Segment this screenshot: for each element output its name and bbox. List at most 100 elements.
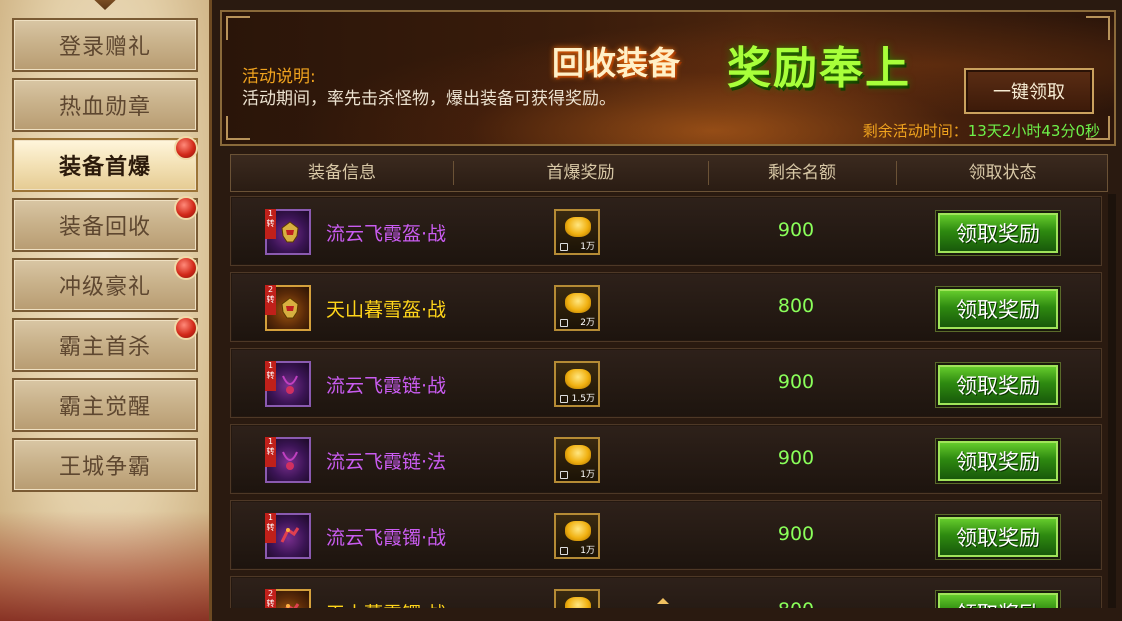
- equipment-icon[interactable]: 1转: [265, 361, 311, 407]
- equipment-icon[interactable]: 1转: [265, 513, 311, 559]
- gold-ingot-reward[interactable]: 1万: [554, 437, 600, 483]
- sidebar-item-label: 装备回收: [58, 215, 151, 240]
- remaining-count: 800: [777, 295, 815, 317]
- sidebar-ornament: [88, 0, 122, 10]
- description-text: 活动期间，率先击杀怪物，爆出装备可获得奖励。: [242, 89, 616, 109]
- claim-reward-button[interactable]: 领取奖励: [936, 591, 1060, 608]
- remaining-count: 900: [777, 371, 815, 393]
- table-row: 1转 流云飞霞链·战 1.5万 900 领取奖励: [230, 348, 1102, 418]
- gold-ingot-reward[interactable]: 1.5万: [554, 361, 600, 407]
- necklace-icon: [279, 372, 301, 398]
- equipment-name: 天山暮雪镯·战: [326, 599, 446, 608]
- reward-list[interactable]: 1转 流云飞霞盔·战 1万 900 领取奖励 2转 天山暮雪盔·战 2万 800 领取奖励 1转 流云…: [230, 194, 1108, 608]
- sidebar-item[interactable]: 王城争霸: [12, 438, 198, 492]
- rebirth-tag: 2转: [265, 589, 276, 608]
- lock-icon: [560, 243, 568, 251]
- reward-amount: 1.5万: [571, 394, 595, 404]
- sidebar-item[interactable]: 装备回收: [12, 196, 198, 252]
- table-row: 1转 流云飞霞盔·战 1万 900 领取奖励: [230, 196, 1102, 266]
- sidebar-item[interactable]: 装备首爆: [12, 136, 198, 192]
- reward-amount: 1万: [580, 546, 595, 556]
- gold-ingot-reward[interactable]: 1万: [554, 513, 600, 559]
- gold-ingot-reward[interactable]: 1万: [554, 209, 600, 255]
- helmet-icon: [279, 220, 301, 246]
- lock-icon: [560, 395, 568, 403]
- equipment-name: 天山暮雪盔·战: [326, 299, 447, 321]
- sidebar-item[interactable]: 霸主觉醒: [12, 378, 198, 432]
- remaining-count: 900: [777, 219, 815, 241]
- sidebar-item[interactable]: 登录赠礼: [12, 18, 198, 72]
- equipment-name: 流云飞霞镯·战: [326, 527, 447, 549]
- notification-badge: [174, 316, 198, 340]
- sidebar: 登录赠礼热血勋章装备首爆装备回收冲级豪礼霸主首杀霸主觉醒王城争霸: [0, 0, 212, 621]
- necklace-icon: [279, 448, 301, 474]
- equipment-name: 流云飞霞盔·战: [326, 223, 447, 245]
- reward-amount: 1万: [580, 470, 595, 480]
- remaining-time: 剩余活动时间：13天2小时43分0秒: [863, 120, 1100, 141]
- remaining-count: 900: [777, 523, 815, 545]
- gold-ingot-icon: [565, 293, 591, 313]
- remaining-count: 800: [741, 599, 851, 608]
- gold-ingot-icon: [565, 597, 591, 608]
- gold-ingot-icon: [565, 217, 591, 237]
- claim-reward-button[interactable]: 领取奖励: [936, 287, 1060, 331]
- reward-amount: 2万: [580, 318, 595, 328]
- table-row: 1转 流云飞霞链·法 1万 900 领取奖励: [230, 424, 1102, 494]
- table-row: 2转 天山暮雪盔·战 2万 800 领取奖励: [230, 272, 1102, 342]
- scroll-down-icon[interactable]: [657, 598, 669, 604]
- rebirth-tag: 2转: [265, 285, 276, 315]
- lock-icon: [560, 547, 568, 555]
- rebirth-tag: 1转: [265, 361, 276, 391]
- main-panel: 回收装备 奖励奉上 活动说明: 活动期间，率先击杀怪物，爆出装备可获得奖励。 一…: [212, 0, 1122, 621]
- gold-ingot-reward[interactable]: [554, 589, 600, 608]
- banner-title-recycle: 回收装备: [552, 44, 681, 82]
- sidebar-item-label: 登录赠礼: [58, 35, 151, 60]
- gold-ingot-icon: [565, 521, 591, 541]
- claim-all-button[interactable]: 一键领取: [964, 68, 1094, 114]
- gold-ingot-reward[interactable]: 2万: [554, 285, 600, 331]
- bracelet-icon: [279, 524, 301, 550]
- sidebar-item[interactable]: 霸主首杀: [12, 316, 198, 372]
- sidebar-item-label: 霸主觉醒: [58, 395, 151, 420]
- equipment-name: 流云飞霞链·战: [326, 375, 447, 397]
- remaining-time-value: 13天2小时43分0秒: [967, 122, 1100, 140]
- lock-icon: [560, 471, 568, 479]
- sidebar-item-label: 王城争霸: [58, 455, 151, 480]
- gold-ingot-icon: [565, 369, 591, 389]
- claim-reward-button[interactable]: 领取奖励: [936, 515, 1060, 559]
- equipment-name: 流云飞霞链·法: [326, 451, 447, 473]
- claim-reward-button[interactable]: 领取奖励: [936, 211, 1060, 255]
- lock-icon: [560, 319, 568, 327]
- rebirth-tag: 1转: [265, 209, 276, 239]
- header-equipment-info: 装备信息: [308, 163, 376, 183]
- frame-corner: [226, 116, 250, 140]
- scrollbar[interactable]: [1108, 194, 1116, 608]
- sidebar-item-label: 冲级豪礼: [58, 275, 151, 300]
- header-first-drop-reward: 首爆奖励: [546, 163, 615, 183]
- frame-corner: [226, 16, 250, 40]
- gold-ingot-icon: [565, 445, 591, 465]
- equipment-icon[interactable]: 1转: [265, 209, 311, 255]
- header-remaining-slots: 剩余名额: [768, 163, 836, 183]
- event-banner: 回收装备 奖励奉上 活动说明: 活动期间，率先击杀怪物，爆出装备可获得奖励。 一…: [220, 10, 1116, 146]
- reward-amount: 1万: [580, 242, 595, 252]
- claim-reward-button[interactable]: 领取奖励: [936, 439, 1060, 483]
- notification-badge: [174, 196, 198, 220]
- notification-badge: [174, 136, 198, 160]
- notification-badge: [174, 256, 198, 280]
- remaining-time-label: 剩余活动时间：: [862, 122, 968, 140]
- bracelet-icon: [279, 600, 301, 608]
- rebirth-tag: 1转: [265, 437, 276, 467]
- claim-reward-button[interactable]: 领取奖励: [936, 363, 1060, 407]
- equipment-icon[interactable]: 2转: [265, 285, 311, 331]
- equipment-icon[interactable]: 2转: [265, 589, 311, 608]
- header-claim-status: 领取状态: [968, 163, 1037, 183]
- equipment-icon[interactable]: 1转: [265, 437, 311, 483]
- sidebar-item[interactable]: 冲级豪礼: [12, 256, 198, 312]
- sidebar-item[interactable]: 热血勋章: [12, 78, 198, 132]
- sidebar-item-label: 热血勋章: [58, 95, 151, 120]
- frame-corner: [1086, 16, 1110, 40]
- table-header: 装备信息 首爆奖励 剩余名额 领取状态: [230, 154, 1108, 192]
- banner-title-reward: 奖励奉上: [727, 43, 911, 94]
- table-row: 1转 流云飞霞镯·战 1万 900 领取奖励: [230, 500, 1102, 570]
